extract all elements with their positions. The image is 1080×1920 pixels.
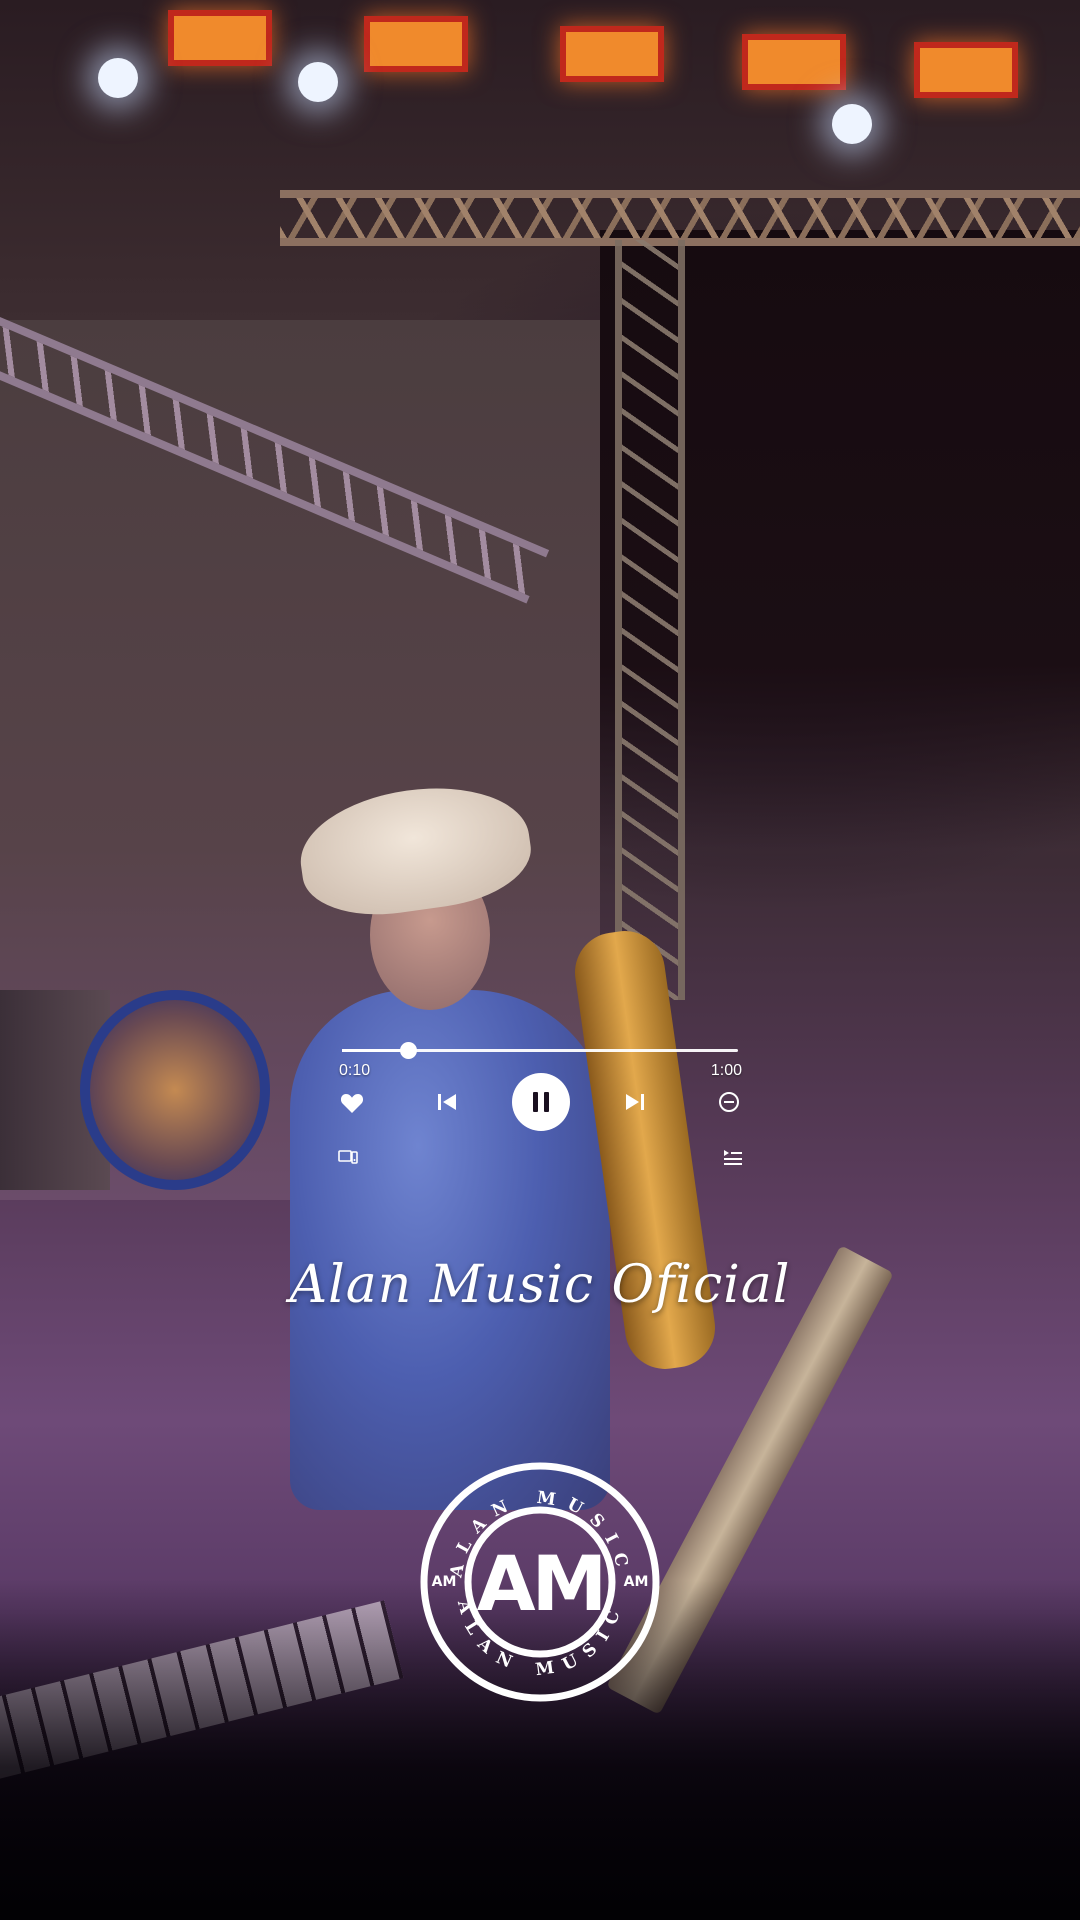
seek-bar-thumb[interactable] [400,1042,418,1059]
total-time: 1:00 [710,1062,742,1079]
stage-spotlight [98,58,138,98]
logo-side-left: AM [432,1574,457,1590]
cast-device-icon [338,1150,358,1164]
skip-previous-icon [438,1094,456,1110]
device-button[interactable] [336,1146,360,1168]
stage-spotlight [298,62,338,102]
stage-truss-vertical [615,240,685,1000]
logo-monogram: AM [477,1539,603,1628]
seek-bar[interactable] [342,1042,738,1059]
logo-side-right: AM [624,1574,649,1590]
stage-light [168,10,272,66]
stage-light [364,16,468,72]
previous-button[interactable] [434,1090,460,1114]
bass-drum [80,990,270,1190]
stage-truss-top [280,190,1080,246]
pause-button[interactable] [512,1073,570,1131]
like-button[interactable] [336,1089,368,1117]
musician-shirt [290,990,610,1510]
remove-button[interactable] [716,1090,742,1114]
elapsed-time: 0:10 [339,1062,371,1079]
minus-circle-icon [719,1092,739,1112]
skip-next-icon [626,1094,644,1110]
heart-icon [340,1094,364,1113]
stage-light [742,34,846,90]
queue-button[interactable] [721,1146,745,1168]
seek-bar-fill [342,1049,409,1052]
pause-icon [533,1092,549,1112]
queue-list-icon [724,1150,742,1165]
stage-light [560,26,664,82]
next-button[interactable] [622,1090,648,1114]
stage-light [914,42,1018,98]
channel-title: Alan Music Oficial [289,1255,791,1315]
stage-spotlight [832,104,872,144]
alan-music-logo: ALAN MUSIC ALAN MUSIC AM AM AM [420,1462,660,1702]
